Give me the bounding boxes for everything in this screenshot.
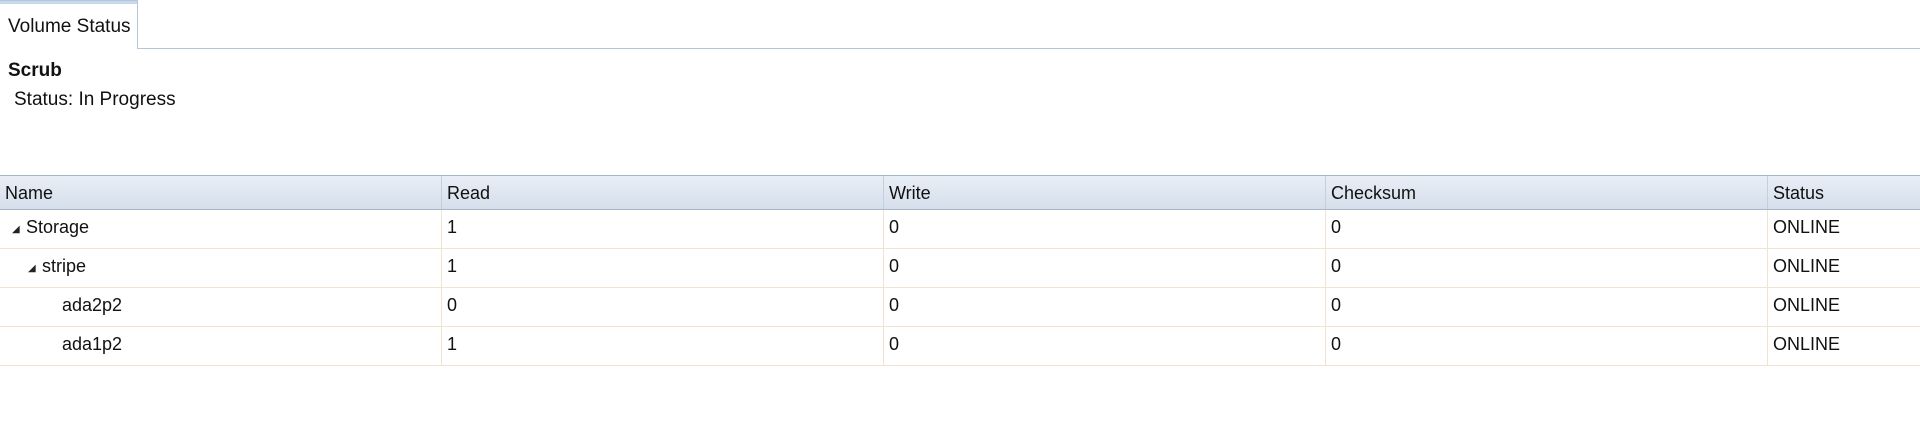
checksum-cell: 0 [1326,249,1768,287]
tab-volume-status[interactable]: Volume Status [0,0,138,49]
status-cell: ONLINE [1773,256,1841,276]
read-cell: 1 [442,210,884,248]
table-row[interactable]: ada2p2 0 0 0 ONLINE [0,288,1920,327]
row-name: stripe [42,256,87,276]
collapse-triangle-icon[interactable]: ◢ [28,252,42,286]
scrub-status: Status: In Progress [14,89,176,111]
name-cell: ◢ stripe [0,249,442,287]
status-cell: ONLINE [1773,217,1841,237]
scrub-status-value: In Progress [78,89,176,110]
table-header: Name Read Write Checksum Status [0,175,1920,210]
row-name: ada1p2 [62,334,123,354]
column-header-name[interactable]: Name [0,176,442,209]
status-cell: ONLINE [1773,295,1841,315]
table-row[interactable]: ◢ Storage 1 0 0 ONLINE [0,210,1920,249]
scrub-status-label: Status: [14,89,74,110]
column-header-read[interactable]: Read [442,176,884,209]
column-header-checksum[interactable]: Checksum [1326,176,1768,209]
table-row[interactable]: ada1p2 1 0 0 ONLINE [0,327,1920,366]
write-cell: 0 [884,327,1326,365]
read-cell: 0 [442,288,884,326]
write-cell: 0 [884,249,1326,287]
scrub-title: Scrub [8,60,62,81]
status-cell: ONLINE [1773,334,1841,354]
row-name: ada2p2 [62,295,123,315]
read-cell: 1 [442,327,884,365]
name-cell: ada2p2 [0,288,442,326]
column-header-write[interactable]: Write [884,176,1326,209]
checksum-cell: 0 [1326,327,1768,365]
tab-bar: Volume Status [0,0,1920,49]
row-name: Storage [26,217,90,237]
collapse-triangle-icon[interactable]: ◢ [12,213,26,247]
write-cell: 0 [884,210,1326,248]
read-cell: 1 [442,249,884,287]
volume-status-table: Name Read Write Checksum Status ◢ Storage… [0,175,1920,366]
checksum-cell: 0 [1326,288,1768,326]
checksum-cell: 0 [1326,210,1768,248]
name-cell: ◢ Storage [0,210,442,248]
write-cell: 0 [884,288,1326,326]
column-header-status[interactable]: Status [1768,176,1920,209]
name-cell: ada1p2 [0,327,442,365]
table-row[interactable]: ◢ stripe 1 0 0 ONLINE [0,249,1920,288]
